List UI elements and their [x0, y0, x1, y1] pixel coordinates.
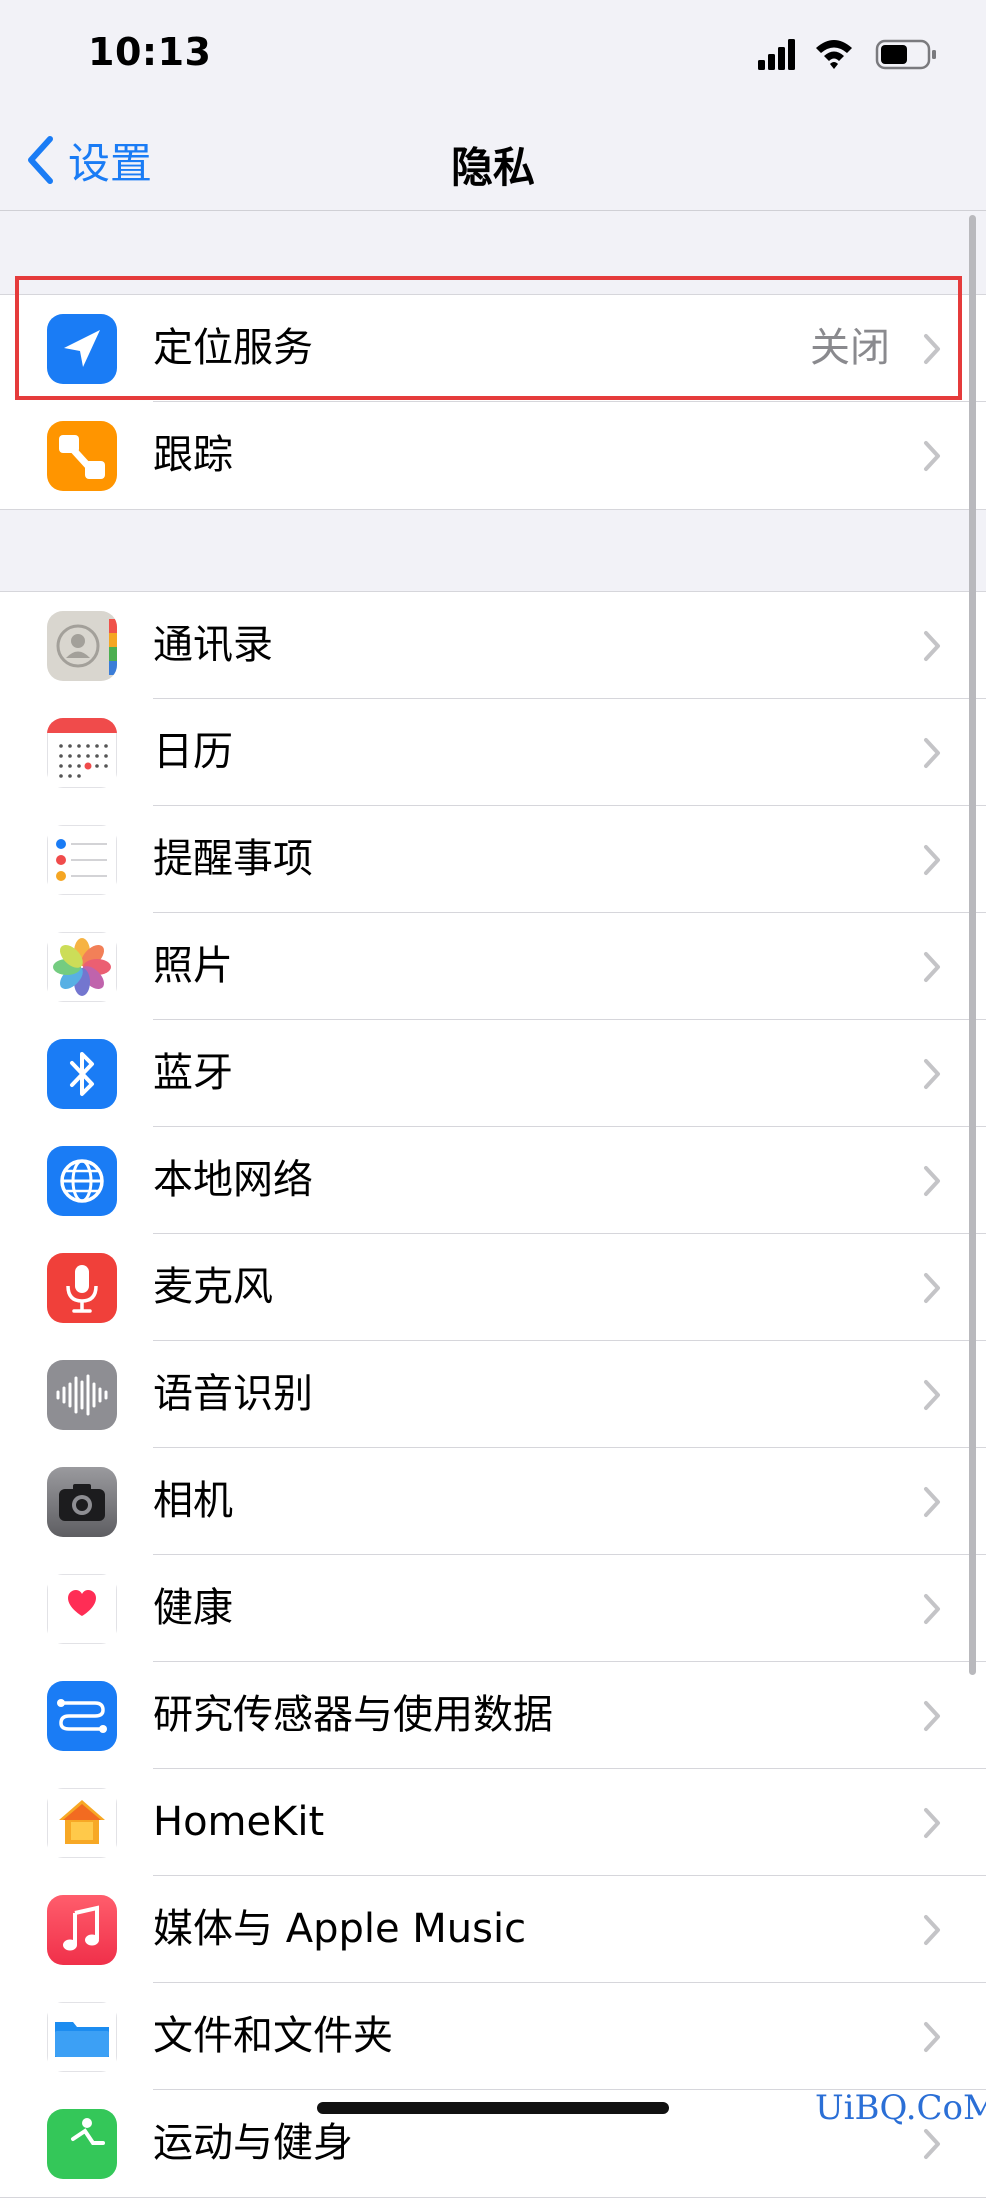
home-indicator[interactable]	[317, 2102, 669, 2114]
row-tracking[interactable]: 跟踪	[0, 402, 986, 509]
calendar-icon	[47, 718, 117, 788]
status-icons	[758, 36, 938, 72]
microphone-icon	[47, 1253, 117, 1323]
status-bar: 10:13	[0, 0, 986, 108]
wifi-icon	[816, 40, 852, 69]
row-label: 语音识别	[153, 1371, 313, 1417]
row-calendar[interactable]: 日历	[0, 699, 986, 806]
scrollbar[interactable]	[969, 215, 976, 1675]
chevron-right-icon	[924, 1594, 940, 1624]
reminders-icon	[47, 825, 117, 895]
row-label: 文件和文件夹	[153, 2013, 393, 2059]
row-local-network[interactable]: 本地网络	[0, 1127, 986, 1234]
row-label: 日历	[153, 729, 233, 775]
chevron-right-icon	[924, 952, 940, 982]
chevron-right-icon	[924, 1059, 940, 1089]
row-label: 麦克风	[153, 1264, 273, 1310]
row-reminders[interactable]: 提醒事项	[0, 806, 986, 913]
settings-group-permissions: 通讯录 日历 提醒事项 照片 蓝牙 本地网络 麦克风 语音识别 相机 健康 研究…	[0, 591, 986, 2198]
chevron-right-icon	[924, 2022, 940, 2052]
row-label: 蓝牙	[153, 1050, 233, 1096]
row-label: 本地网络	[153, 1157, 313, 1203]
row-label: 通讯录	[153, 622, 273, 668]
row-label: 健康	[153, 1585, 233, 1631]
row-homekit[interactable]: HomeKit	[0, 1769, 986, 1876]
contacts-icon	[47, 611, 117, 681]
chevron-right-icon	[924, 1701, 940, 1731]
row-label: 媒体与 Apple Music	[153, 1906, 527, 1952]
row-label: 照片	[153, 943, 233, 989]
row-microphone[interactable]: 麦克风	[0, 1234, 986, 1341]
signal-icon	[758, 39, 795, 70]
row-media-music[interactable]: 媒体与 Apple Music	[0, 1876, 986, 1983]
row-label: 相机	[153, 1478, 233, 1524]
row-bluetooth[interactable]: 蓝牙	[0, 1020, 986, 1127]
tracking-icon	[47, 421, 117, 491]
battery-icon	[875, 39, 936, 70]
row-camera[interactable]: 相机	[0, 1448, 986, 1555]
row-files-folders[interactable]: 文件和文件夹	[0, 1983, 986, 2090]
speech-recognition-icon	[47, 1360, 117, 1430]
local-network-icon	[47, 1146, 117, 1216]
chevron-right-icon	[924, 1808, 940, 1838]
chevron-right-icon	[924, 1380, 940, 1410]
chevron-right-icon	[924, 2129, 940, 2159]
row-health[interactable]: 健康	[0, 1555, 986, 1662]
chevron-right-icon	[924, 1487, 940, 1517]
row-contacts[interactable]: 通讯录	[0, 592, 986, 699]
row-label: 研究传感器与使用数据	[153, 1692, 553, 1738]
chevron-right-icon	[924, 738, 940, 768]
row-label: HomeKit	[153, 1799, 325, 1845]
research-sensor-icon	[47, 1681, 117, 1751]
motion-fitness-icon	[47, 2109, 117, 2179]
row-speech-recognition[interactable]: 语音识别	[0, 1341, 986, 1448]
row-photos[interactable]: 照片	[0, 913, 986, 1020]
chevron-right-icon	[924, 441, 940, 471]
music-icon	[47, 1895, 117, 1965]
chevron-right-icon	[924, 1166, 940, 1196]
chevron-right-icon	[924, 1915, 940, 1945]
row-label: 运动与健身	[153, 2120, 353, 2166]
status-time: 10:13	[88, 30, 212, 74]
row-label: 跟踪	[153, 432, 233, 478]
highlight-annotation-box	[15, 276, 962, 400]
chevron-right-icon	[924, 631, 940, 661]
homekit-icon	[47, 1788, 117, 1858]
files-folder-icon	[47, 2002, 117, 2072]
photos-icon	[47, 932, 117, 1002]
chevron-right-icon	[924, 845, 940, 875]
bluetooth-icon	[47, 1039, 117, 1109]
page-title: 隐私	[450, 143, 535, 192]
row-label: 提醒事项	[153, 836, 313, 882]
watermark: UiBQ.CoM	[815, 2088, 986, 2128]
chevron-right-icon	[924, 1273, 940, 1303]
row-research-sensor[interactable]: 研究传感器与使用数据	[0, 1662, 986, 1769]
camera-icon	[47, 1467, 117, 1537]
nav-bar: 设置 隐私	[0, 108, 986, 211]
health-icon	[47, 1574, 117, 1644]
